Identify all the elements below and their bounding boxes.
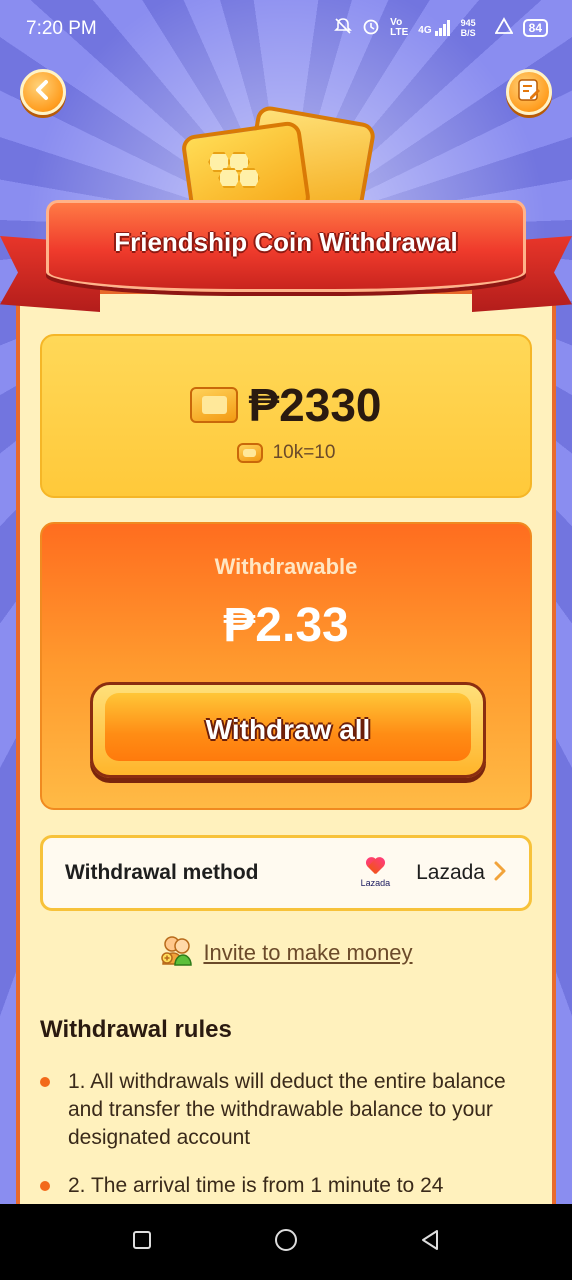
triangle-back-icon	[419, 1229, 441, 1256]
withdrawable-amount: ₱2.33	[223, 599, 349, 652]
back-button[interactable]	[20, 69, 66, 115]
coin-small-icon	[236, 443, 263, 463]
rule-text: 2. The arrival time is from 1 minute to …	[68, 1174, 444, 1197]
volte-icon: Vo LTE	[390, 16, 409, 38]
bullet-icon	[40, 1077, 50, 1087]
rule-text: 1. All withdrawals will deduct the entir…	[68, 1070, 506, 1149]
title-ribbon: Friendship Coin Withdrawal	[46, 200, 526, 292]
network-type: 4G	[418, 24, 432, 36]
withdrawal-method-label: Withdrawal method	[65, 861, 259, 884]
rule-item: 2. The arrival time is from 1 minute to …	[40, 1172, 510, 1200]
friends-icon	[159, 932, 195, 973]
exchange-rate-row: 10k=10	[42, 442, 530, 464]
chevron-right-icon	[493, 860, 507, 887]
invite-text: Invite to make money	[203, 939, 413, 965]
bullet-icon	[40, 1181, 50, 1191]
square-icon	[132, 1230, 152, 1255]
status-bar: 7:20 PM Vo LTE 4G 945 B/S 84	[0, 0, 572, 58]
alarm-icon	[362, 17, 380, 38]
withdrawable-card: Withdrawable ₱2.33 Withdraw all	[40, 522, 532, 810]
circle-icon	[274, 1228, 298, 1257]
recent-apps-button[interactable]	[124, 1224, 160, 1260]
rules-title: Withdrawal rules	[40, 1016, 232, 1043]
coin-balance-card: ₱2330 10k=10	[40, 334, 532, 498]
exchange-rate: 10k=10	[272, 442, 336, 463]
coin-balance-amount: ₱2330	[248, 379, 382, 431]
withdrawable-label: Withdrawable	[214, 554, 358, 579]
signal-icon: 4G	[418, 19, 450, 36]
alert-icon	[494, 17, 514, 38]
status-time: 7:20 PM	[26, 18, 97, 39]
battery-indicator: 84	[522, 18, 548, 37]
status-icons: Vo LTE 4G 945 B/S 84	[334, 17, 548, 38]
invite-link[interactable]: Invite to make money	[0, 932, 572, 973]
withdrawal-records-button[interactable]	[506, 69, 552, 115]
lazada-logo-text: Lazada	[360, 878, 391, 888]
withdrawal-method-selector[interactable]: Withdrawal method Lazada Lazada	[40, 835, 532, 911]
chevron-left-icon	[31, 78, 55, 107]
balance-row: ₱2330	[42, 378, 530, 432]
mute-icon	[334, 17, 353, 38]
lazada-heart-icon	[365, 858, 385, 876]
system-back-button[interactable]	[412, 1224, 448, 1260]
withdrawal-method-value: Lazada	[416, 861, 485, 884]
edit-notes-icon	[516, 77, 542, 108]
net-speed: 945 B/S	[460, 17, 476, 38]
coin-card-icon	[190, 387, 239, 423]
page-title: Friendship Coin Withdrawal	[114, 226, 458, 257]
withdraw-all-label: Withdraw all	[205, 714, 371, 745]
home-button[interactable]	[268, 1224, 304, 1260]
lazada-logo-icon: Lazada	[361, 858, 391, 888]
rule-item: 1. All withdrawals will deduct the entir…	[40, 1068, 510, 1152]
withdraw-all-button[interactable]: Withdraw all	[90, 682, 486, 778]
system-nav-bar	[0, 1204, 572, 1280]
honeycomb-icon	[208, 152, 268, 192]
